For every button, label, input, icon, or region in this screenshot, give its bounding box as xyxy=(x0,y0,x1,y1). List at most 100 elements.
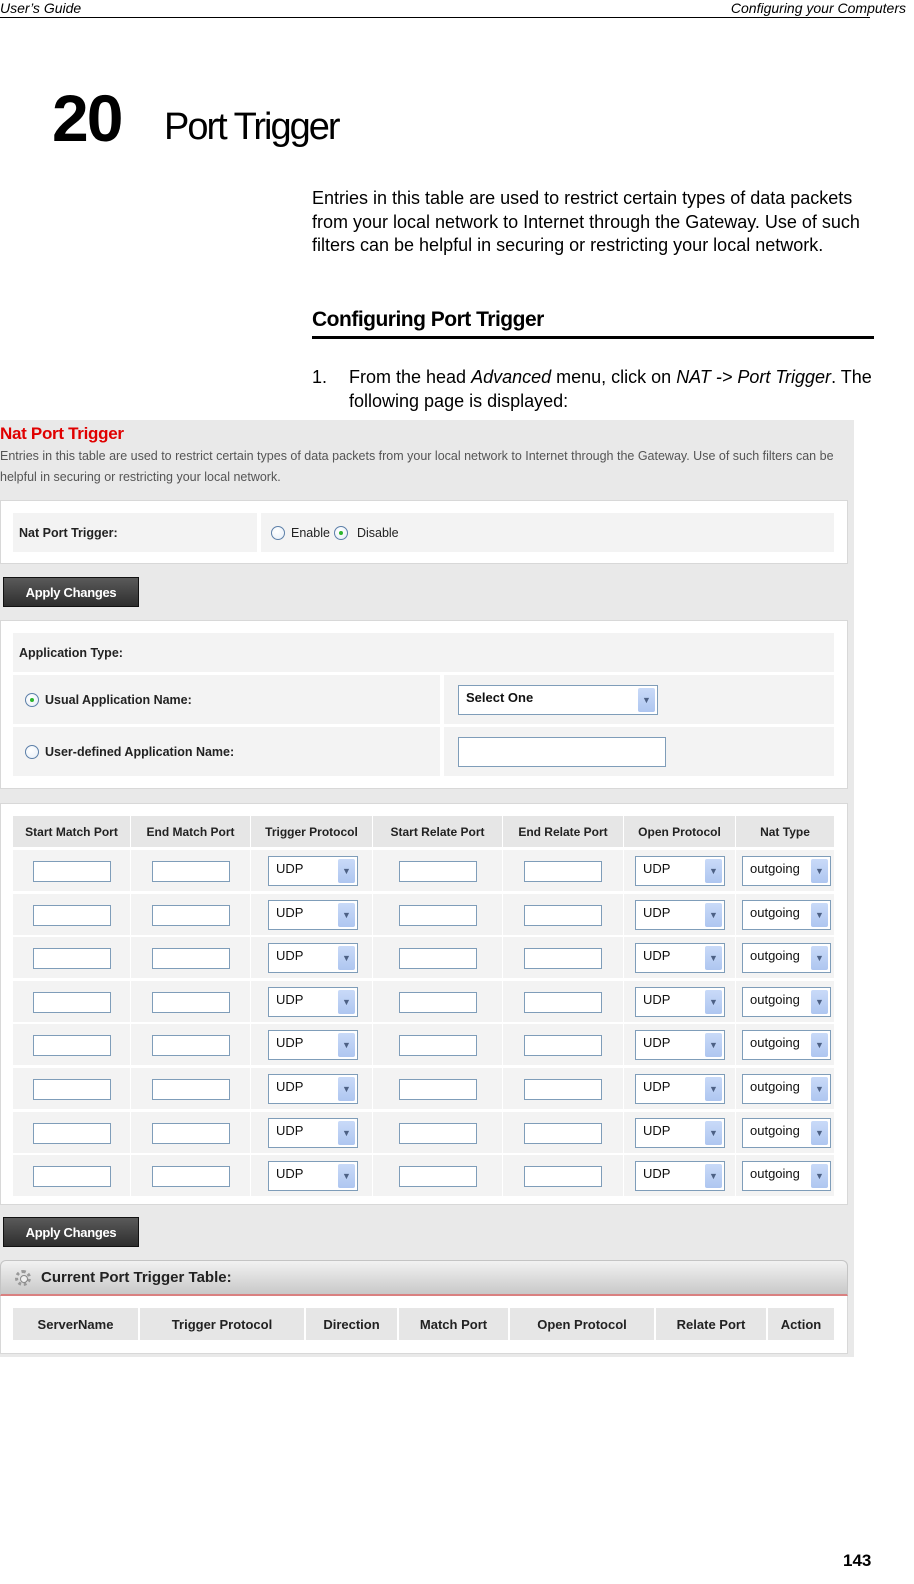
radio-usual-app[interactable] xyxy=(25,692,39,707)
table-cell: UDP ▼ xyxy=(624,937,735,979)
table-cell xyxy=(131,980,250,1022)
open-protocol-select[interactable]: UDP ▼ xyxy=(635,986,725,1017)
end-relate-port-input[interactable] xyxy=(524,991,602,1013)
nat-type-select[interactable]: outgoing ▼ xyxy=(742,1117,831,1148)
start-relate-port-input[interactable] xyxy=(399,991,477,1013)
end-relate-port-input[interactable] xyxy=(524,1166,602,1188)
open-protocol-select[interactable]: UDP ▼ xyxy=(635,1161,725,1192)
open-protocol-value: UDP xyxy=(643,1122,671,1138)
chevron-down-icon: ▼ xyxy=(705,1077,722,1101)
chevron-down-icon: ▼ xyxy=(338,1164,355,1189)
end-match-port-input[interactable] xyxy=(152,861,230,882)
trigger-protocol-value: UDP xyxy=(276,1035,304,1051)
user-defined-app-label: User-defined Application Name: xyxy=(45,744,235,759)
nat-type-select[interactable]: outgoing ▼ xyxy=(742,856,831,886)
table-cell xyxy=(503,850,623,891)
step-menu-path: NAT -> Port Trigger xyxy=(676,367,832,387)
chevron-down-icon: ▼ xyxy=(338,1120,355,1145)
open-protocol-select[interactable]: UDP ▼ xyxy=(635,899,725,930)
start-match-port-input[interactable] xyxy=(33,1079,111,1100)
start-relate-port-input[interactable] xyxy=(399,904,477,926)
start-match-port-input[interactable] xyxy=(33,1166,111,1188)
start-relate-port-input[interactable] xyxy=(399,1079,477,1100)
end-match-port-input[interactable] xyxy=(152,1122,230,1144)
usual-app-select[interactable]: Select One ▼ xyxy=(458,685,658,715)
start-relate-port-input[interactable] xyxy=(399,1166,477,1188)
start-relate-port-input[interactable] xyxy=(399,1035,477,1057)
column-header-end-relate-port: End Relate Port xyxy=(503,816,623,847)
end-relate-port-input[interactable] xyxy=(524,861,602,882)
nat-trigger-label: Nat Port Trigger: xyxy=(13,513,257,552)
nat-type-select[interactable]: outgoing ▼ xyxy=(742,986,831,1017)
start-match-port-input[interactable] xyxy=(33,904,111,926)
nat-type-select[interactable]: outgoing ▼ xyxy=(742,943,831,974)
column-header-nat-type: Nat Type xyxy=(736,816,834,847)
trigger-protocol-select[interactable]: UDP ▼ xyxy=(268,856,358,886)
trigger-protocol-select[interactable]: UDP ▼ xyxy=(268,1161,358,1192)
end-relate-port-input[interactable] xyxy=(524,948,602,970)
start-match-port-input[interactable] xyxy=(33,861,111,882)
end-relate-port-input[interactable] xyxy=(524,1035,602,1057)
nat-type-value: outgoing xyxy=(750,1166,800,1182)
nat-type-select[interactable]: outgoing ▼ xyxy=(742,1030,831,1061)
step-1: 1. From the head Advanced menu, click on… xyxy=(312,366,872,413)
user-defined-app-input[interactable] xyxy=(458,737,666,767)
start-match-port-input[interactable] xyxy=(33,1122,111,1144)
start-relate-port-input[interactable] xyxy=(399,948,477,970)
start-match-port-input[interactable] xyxy=(33,1035,111,1057)
usual-app-row-label: Usual Application Name: xyxy=(13,675,440,724)
end-match-port-input[interactable] xyxy=(152,904,230,926)
table-cell xyxy=(13,937,130,979)
start-match-port-input[interactable] xyxy=(33,948,111,970)
table-cell xyxy=(373,893,502,935)
trigger-protocol-select[interactable]: UDP ▼ xyxy=(268,943,358,974)
trigger-protocol-value: UDP xyxy=(276,991,304,1007)
chevron-down-icon: ▼ xyxy=(811,1120,828,1145)
end-relate-port-input[interactable] xyxy=(524,1079,602,1100)
nat-type-select[interactable]: outgoing ▼ xyxy=(742,1074,831,1104)
start-relate-port-input[interactable] xyxy=(399,1122,477,1144)
nat-type-value: outgoing xyxy=(750,991,800,1007)
port-rules-panel: Start Match Port End Match Port Trigger Pr… xyxy=(0,803,848,1205)
nat-type-select[interactable]: outgoing ▼ xyxy=(742,899,831,930)
table-cell xyxy=(373,1111,502,1153)
table-cell xyxy=(131,937,250,979)
table-cell xyxy=(503,937,623,979)
open-protocol-select[interactable]: UDP ▼ xyxy=(635,1030,725,1061)
open-protocol-value: UDP xyxy=(643,1035,671,1051)
radio-user-defined-app[interactable] xyxy=(25,744,39,759)
open-protocol-select[interactable]: UDP ▼ xyxy=(635,1074,725,1104)
open-protocol-value: UDP xyxy=(643,1079,671,1094)
table-cell xyxy=(373,1155,502,1197)
radio-disable[interactable] xyxy=(333,525,348,540)
radio-enable[interactable] xyxy=(271,525,285,540)
end-match-port-input[interactable] xyxy=(152,1079,230,1100)
trigger-protocol-select[interactable]: UDP ▼ xyxy=(268,899,358,930)
apply-changes-button-1[interactable]: Apply Changes xyxy=(3,577,139,607)
start-match-port-input[interactable] xyxy=(33,991,111,1013)
trigger-protocol-select[interactable]: UDP ▼ xyxy=(268,986,358,1017)
end-relate-port-input[interactable] xyxy=(524,904,602,926)
trigger-protocol-select[interactable]: UDP ▼ xyxy=(268,1074,358,1104)
user-defined-row-label: User-defined Application Name: xyxy=(13,727,440,776)
open-protocol-select[interactable]: UDP ▼ xyxy=(635,1117,725,1148)
table-cell xyxy=(373,1024,502,1066)
open-protocol-select[interactable]: UDP ▼ xyxy=(635,943,725,974)
step-text-pre: From the head xyxy=(349,367,472,387)
end-match-port-input[interactable] xyxy=(152,991,230,1013)
table-cell: UDP ▼ xyxy=(251,893,372,935)
nat-type-select[interactable]: outgoing ▼ xyxy=(742,1161,831,1192)
apply-changes-button-2[interactable]: Apply Changes xyxy=(3,1217,139,1247)
section-heading: Configuring Port Trigger xyxy=(312,308,874,339)
current-column-header: Match Port xyxy=(399,1308,508,1340)
chapter-number: 20 xyxy=(52,81,123,155)
chevron-down-icon: ▼ xyxy=(705,946,722,971)
trigger-protocol-select[interactable]: UDP ▼ xyxy=(268,1117,358,1148)
end-match-port-input[interactable] xyxy=(152,1166,230,1188)
open-protocol-select[interactable]: UDP ▼ xyxy=(635,856,725,886)
end-relate-port-input[interactable] xyxy=(524,1122,602,1144)
end-match-port-input[interactable] xyxy=(152,948,230,970)
start-relate-port-input[interactable] xyxy=(399,861,477,882)
end-match-port-input[interactable] xyxy=(152,1035,230,1057)
trigger-protocol-select[interactable]: UDP ▼ xyxy=(268,1030,358,1061)
